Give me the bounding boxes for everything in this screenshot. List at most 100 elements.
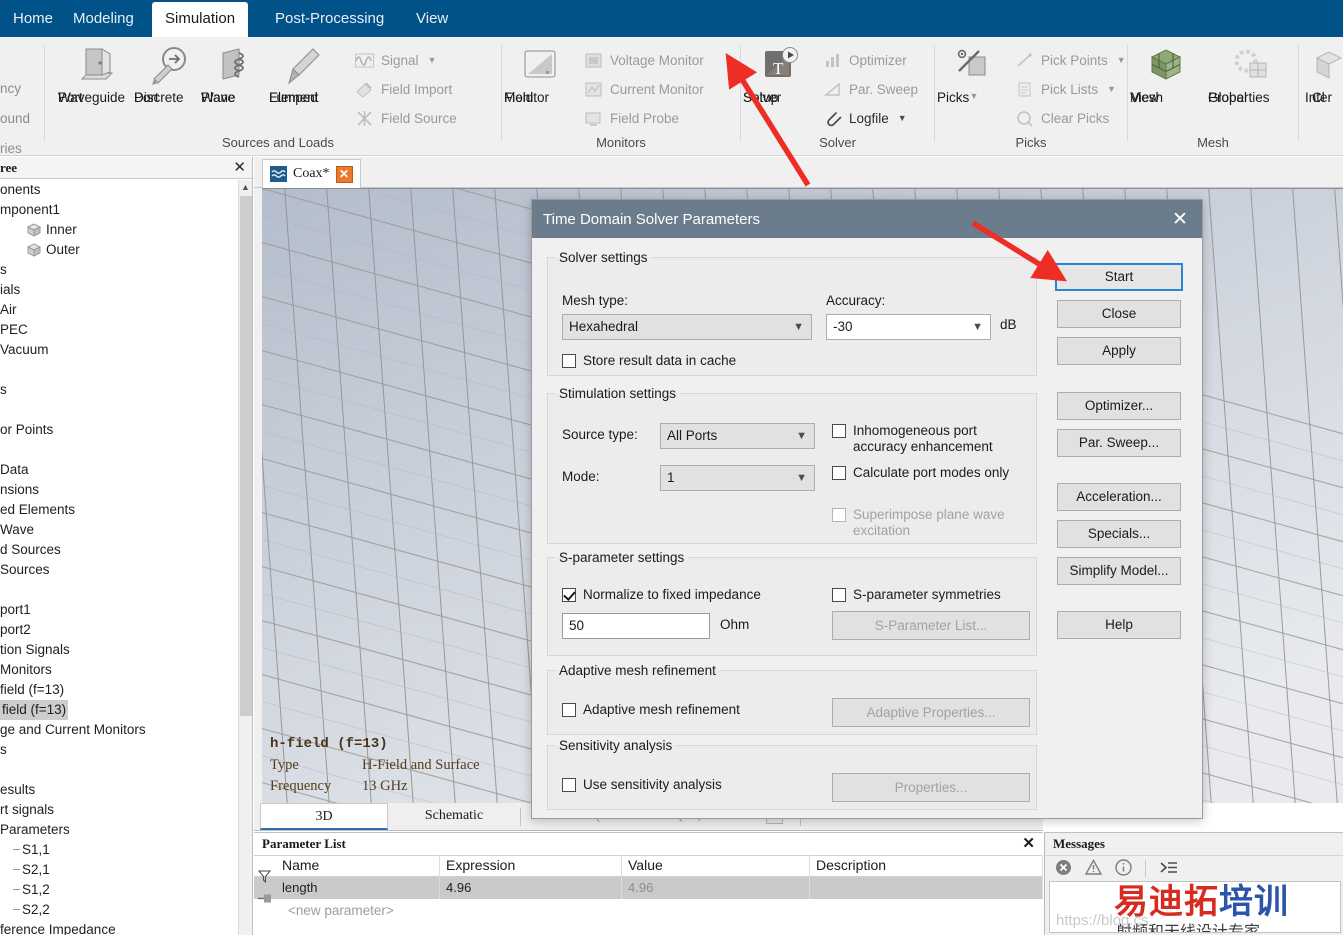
tree-item[interactable]: d Sources <box>0 540 238 560</box>
ribbon-setup-solver-button[interactable]: T Setup Solver <box>743 43 815 105</box>
ribbon-pick-points-button[interactable]: Pick Points ▼ <box>1015 47 1126 73</box>
close-icon[interactable]: ✕ <box>1158 200 1202 238</box>
tree-item[interactable]: ge and Current Monitors <box>0 720 238 740</box>
par-sweep-button[interactable]: Par. Sweep... <box>1057 429 1181 457</box>
acceleration-button[interactable]: Acceleration... <box>1057 483 1181 511</box>
mesh-type-select[interactable]: Hexahedral ▼ <box>562 314 812 340</box>
tree-item[interactable]: Inner <box>0 220 238 240</box>
tree-item[interactable]: ed Elements <box>0 500 238 520</box>
chevron-down-icon[interactable]: ▼ <box>428 55 437 65</box>
optimizer-button[interactable]: Optimizer... <box>1057 392 1181 420</box>
inhomogeneous-port-checkbox[interactable]: Inhomogeneous port accuracy enhancement <box>832 423 1032 455</box>
tree-item[interactable]: rt signals <box>0 800 238 820</box>
tree-item[interactable]: s <box>0 740 238 760</box>
chevron-down-icon[interactable]: ▼ <box>898 113 907 123</box>
source-type-select[interactable]: All Ports ▼ <box>660 423 815 449</box>
column-header-expression[interactable]: Expression <box>440 855 622 877</box>
ribbon-picks-button[interactable]: Picks ▼ <box>937 43 1009 105</box>
ribbon-field-probe-button[interactable]: Field Probe <box>584 105 679 131</box>
impedance-input[interactable]: 50 <box>562 613 710 639</box>
ribbon-current-monitor-button[interactable]: Current Monitor <box>584 76 704 102</box>
tree-item[interactable]: S1,2 <box>0 880 238 900</box>
ribbon-discrete-port-button[interactable]: Discrete Port <box>134 43 206 105</box>
tree-item[interactable]: s <box>0 380 238 400</box>
accuracy-select[interactable]: -30 ▼ <box>826 314 991 340</box>
tree-item[interactable] <box>0 760 238 780</box>
close-icon[interactable]: ✕ <box>1022 834 1035 852</box>
tree-item[interactable] <box>0 400 238 420</box>
tree-item[interactable]: mponent1 <box>0 200 238 220</box>
tree-item[interactable]: tion Signals <box>0 640 238 660</box>
ribbon-plane-wave-button[interactable]: Plane Wave <box>201 43 273 105</box>
close-icon[interactable]: ✕ <box>233 158 246 177</box>
tree-item[interactable]: Vacuum <box>0 340 238 360</box>
tree-item[interactable]: field (f=13) <box>0 700 238 720</box>
tree-item[interactable]: port2 <box>0 620 238 640</box>
tree-scrollbar[interactable]: ▲ <box>238 180 252 935</box>
ribbon-trunc-boundaries[interactable]: ries <box>0 141 22 156</box>
clear-list-icon[interactable] <box>1159 859 1179 879</box>
tree-item[interactable]: S2,1 <box>0 860 238 880</box>
new-parameter-row[interactable]: <new parameter> <box>254 899 1043 921</box>
view-tab-3d[interactable]: 3D <box>260 803 388 830</box>
table-row[interactable]: length 4.96 4.96 <box>254 877 1043 903</box>
tree-item[interactable]: Outer <box>0 240 238 260</box>
tree-item[interactable]: field (f=13) <box>0 680 238 700</box>
tree-item[interactable]: onents <box>0 180 238 200</box>
adaptive-mesh-checkbox[interactable]: Adaptive mesh refinement <box>562 702 740 718</box>
ribbon-tab-modeling[interactable]: Modeling <box>60 2 147 37</box>
warning-icon[interactable] <box>1084 858 1103 879</box>
help-button[interactable]: Help <box>1057 611 1181 639</box>
document-tab-coax[interactable]: Coax* ✕ <box>262 159 361 188</box>
chevron-down-icon[interactable]: ▼ <box>1107 84 1116 94</box>
tree-item[interactable] <box>0 440 238 460</box>
ribbon-tab-home[interactable]: Home <box>0 2 54 37</box>
tree-item[interactable]: Sources <box>0 560 238 580</box>
use-sensitivity-checkbox[interactable]: Use sensitivity analysis <box>562 777 722 793</box>
tree-item[interactable]: S2,2 <box>0 900 238 920</box>
ribbon-field-import-button[interactable]: Field Import <box>355 76 452 102</box>
close-icon[interactable]: ✕ <box>335 165 353 183</box>
chevron-down-icon[interactable]: ▼ <box>1117 55 1126 65</box>
ribbon-tab-view[interactable]: View <box>403 2 461 37</box>
ribbon-intersection-check-button[interactable]: Inter Cl <box>1305 43 1343 105</box>
tree-item[interactable]: S1,1 <box>0 840 238 860</box>
tree-item[interactable]: esults <box>0 780 238 800</box>
tree-item[interactable] <box>0 360 238 380</box>
tree-item[interactable]: nsions <box>0 480 238 500</box>
mode-select[interactable]: 1 ▼ <box>660 465 815 491</box>
ribbon-tab-post-processing[interactable]: Post-Processing <box>262 2 397 37</box>
s-parameter-symmetries-checkbox[interactable]: S-parameter symmetries <box>832 587 1001 603</box>
ribbon-voltage-monitor-button[interactable]: Voltage Monitor <box>584 47 704 73</box>
ribbon-trunc-frequency[interactable]: ncy <box>0 81 21 96</box>
tree-item[interactable]: Data <box>0 460 238 480</box>
column-header-name[interactable]: Name <box>276 855 440 877</box>
ribbon-field-source-button[interactable]: Field Source <box>355 105 457 131</box>
dialog-title-bar[interactable]: Time Domain Solver Parameters ✕ <box>532 200 1202 238</box>
column-header-description[interactable]: Description <box>810 855 1043 877</box>
calculate-port-modes-checkbox[interactable]: Calculate port modes only <box>832 465 1032 481</box>
close-button[interactable]: Close <box>1057 300 1181 328</box>
ribbon-trunc-background[interactable]: ound <box>0 111 30 126</box>
start-button[interactable]: Start <box>1055 263 1183 291</box>
column-header-value[interactable]: Value <box>622 855 810 877</box>
ribbon-par-sweep-button[interactable]: Par. Sweep <box>823 76 918 102</box>
store-result-cache-checkbox[interactable]: Store result data in cache <box>562 353 736 369</box>
tree-item[interactable]: Air <box>0 300 238 320</box>
error-icon[interactable] <box>1055 859 1072 879</box>
specials-button[interactable]: Specials... <box>1057 520 1181 548</box>
tree-item[interactable] <box>0 580 238 600</box>
scroll-up-icon[interactable]: ▲ <box>239 180 252 195</box>
tree-item[interactable]: ials <box>0 280 238 300</box>
normalize-impedance-checkbox[interactable]: Normalize to fixed impedance <box>562 587 761 603</box>
tree-item[interactable]: or Points <box>0 420 238 440</box>
ribbon-mesh-view-button[interactable]: Mesh View <box>1130 43 1202 105</box>
ribbon-pick-lists-button[interactable]: Pick Lists ▼ <box>1015 76 1116 102</box>
scrollbar-thumb[interactable] <box>240 196 252 716</box>
ribbon-logfile-button[interactable]: Logfile ▼ <box>823 105 907 131</box>
view-tab-schematic[interactable]: Schematic <box>394 803 514 830</box>
messages-list[interactable]: 易迪拓培训 https://blog.cs 射频和天线设计专家 <box>1049 881 1341 933</box>
tree-item[interactable]: PEC <box>0 320 238 340</box>
ribbon-lumped-element-button[interactable]: Lumped Element <box>269 43 341 105</box>
tree-item[interactable]: port1 <box>0 600 238 620</box>
